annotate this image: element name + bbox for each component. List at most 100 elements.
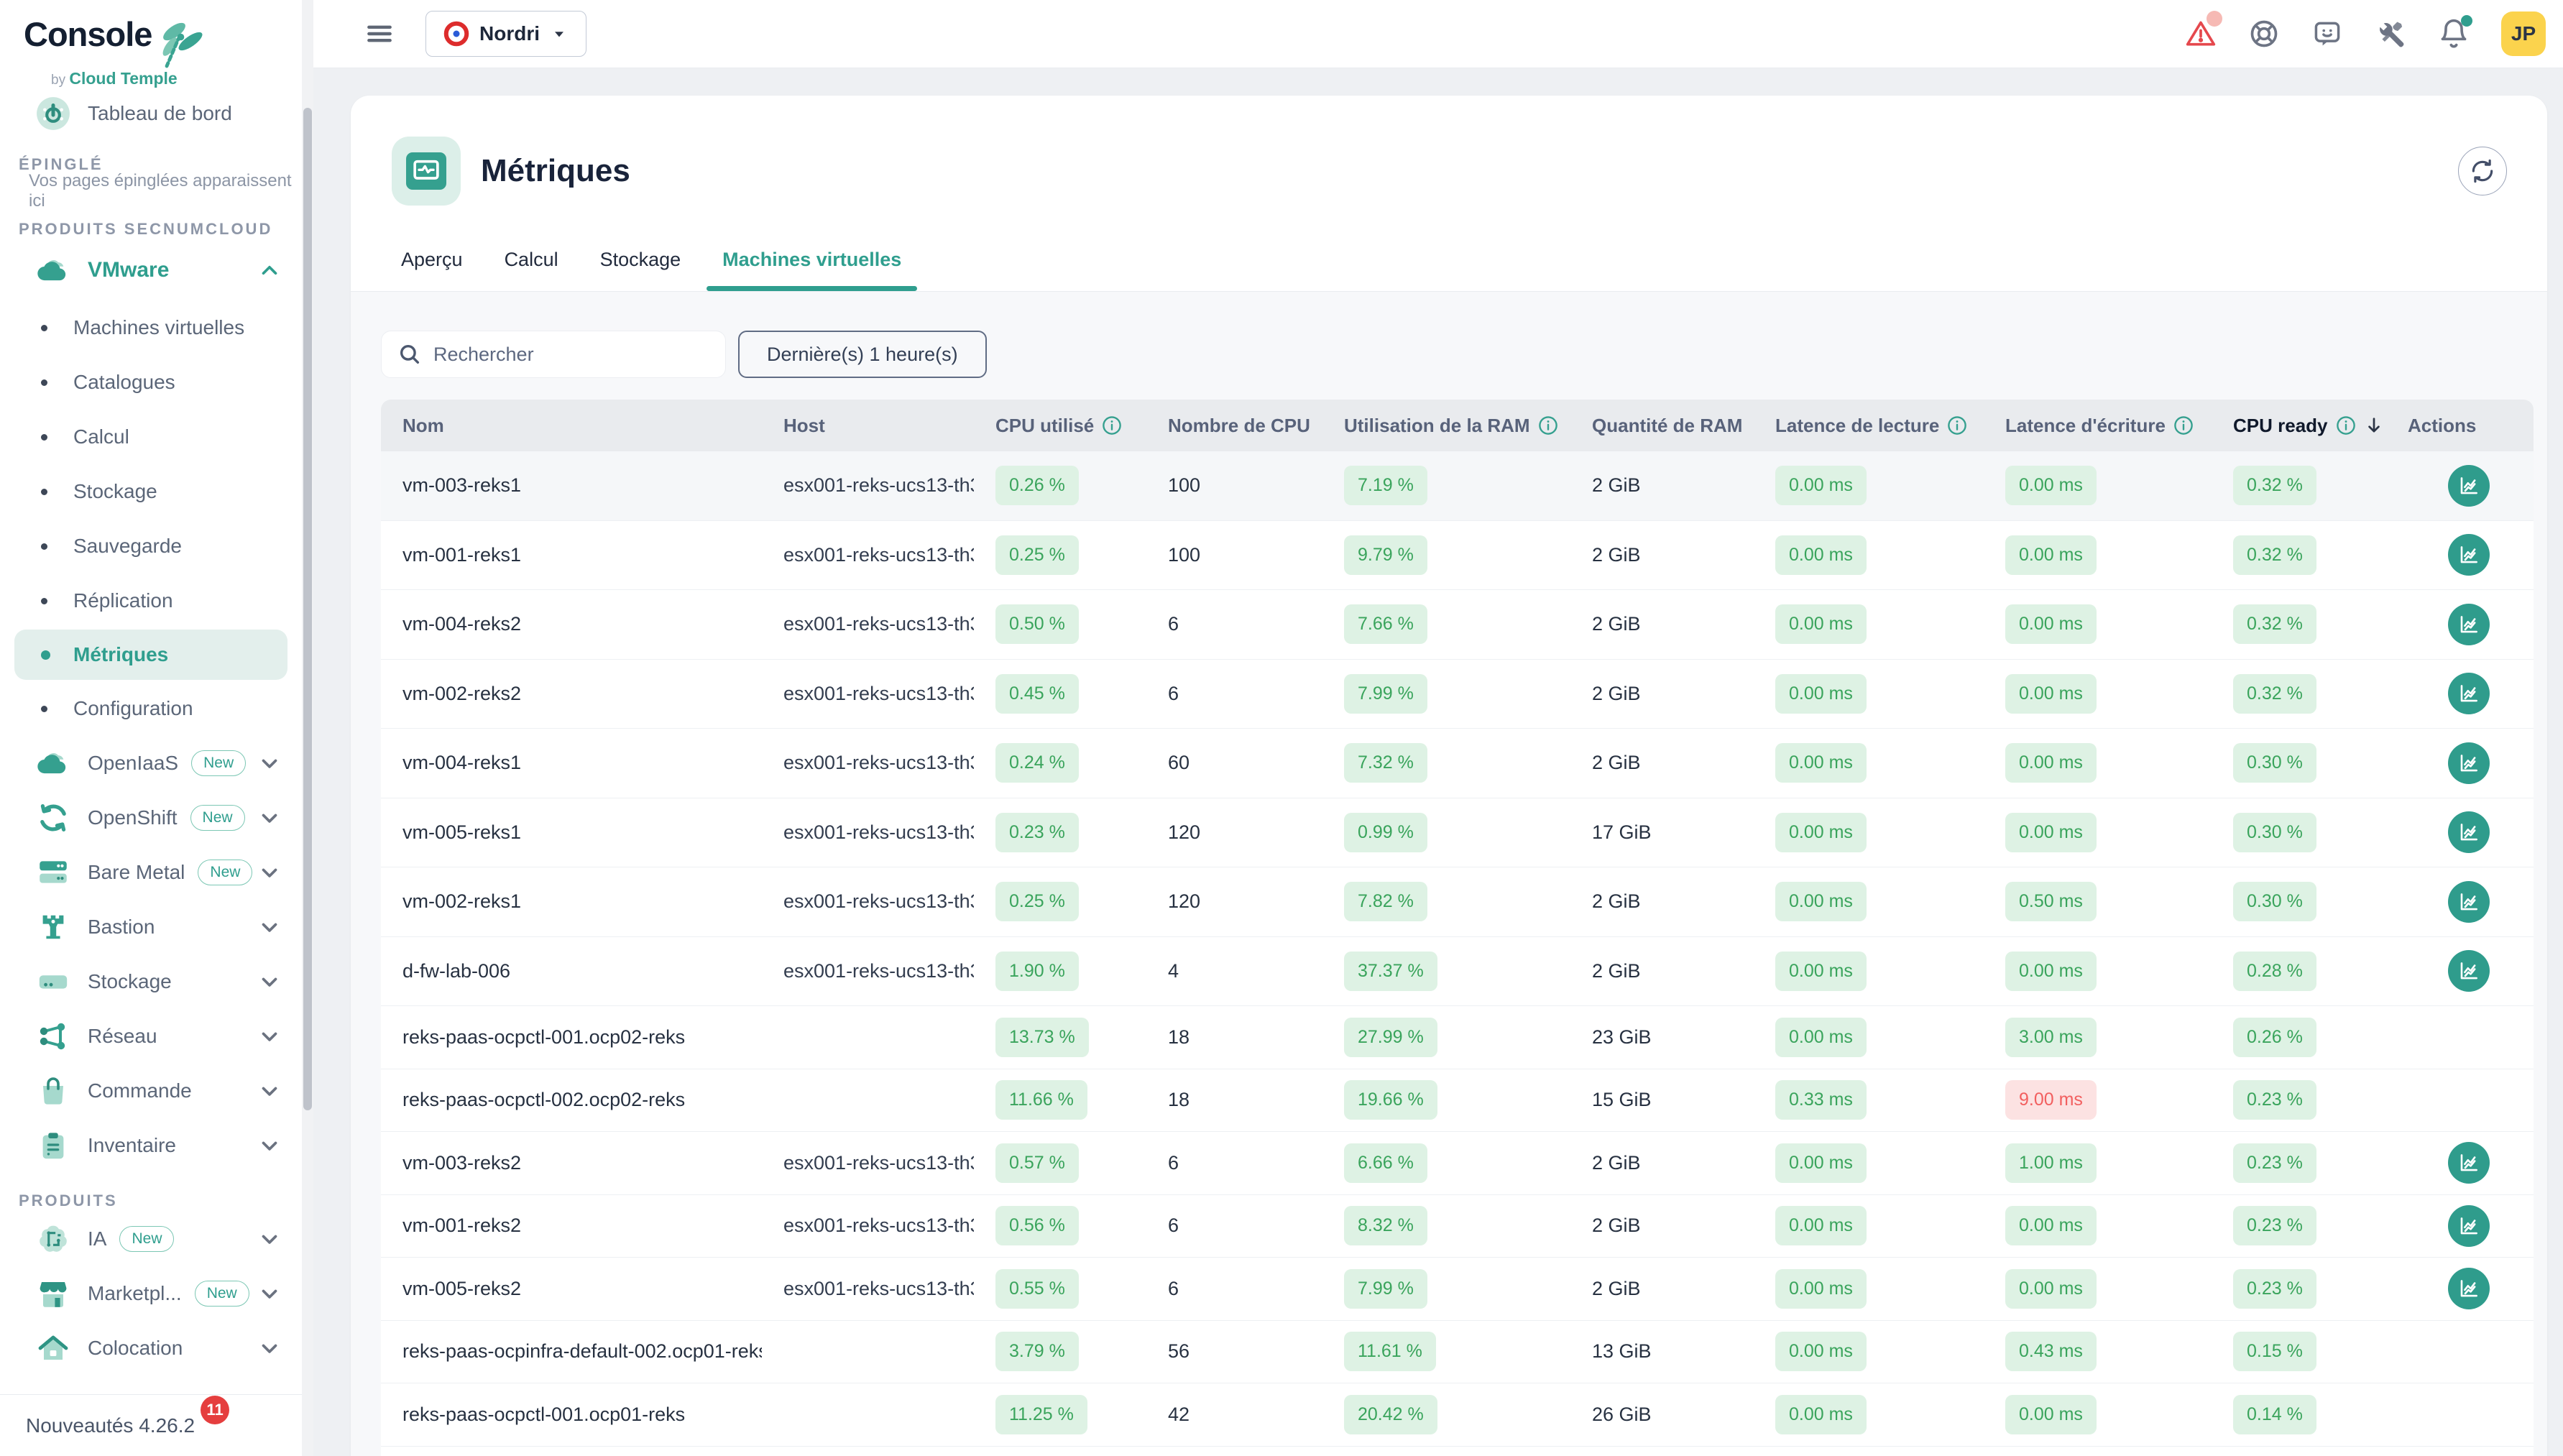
table-row[interactable]: vm-004-reks1esx001-reks-ucs13-th3s0.24 %…: [381, 729, 2534, 798]
menu-icon[interactable]: [364, 18, 395, 50]
view-metrics-button[interactable]: [2448, 1205, 2490, 1247]
tab-machines-virtuelles[interactable]: Machines virtuelles: [707, 229, 917, 291]
sidebar-scrollbar-thumb[interactable]: [303, 108, 312, 1110]
cell-cpu-count: 4: [1146, 960, 1322, 982]
sidebar-item-bastion[interactable]: Bastion: [0, 900, 302, 954]
table-row[interactable]: reks-paas-ocpctl-001.ocp02-reks13.73 %18…: [381, 1006, 2534, 1069]
tools-icon[interactable]: [2375, 18, 2406, 50]
tab-stockage[interactable]: Stockage: [584, 229, 697, 291]
view-metrics-button[interactable]: [2448, 673, 2490, 714]
view-metrics-button[interactable]: [2448, 742, 2490, 784]
metric-badge: 0.00 ms: [1775, 1332, 1867, 1371]
support-lifebuoy-icon[interactable]: [2248, 18, 2280, 50]
drive-icon: [34, 963, 72, 1000]
table-row[interactable]: reks-paas-ocpinfra-default-002.ocp01-rek…: [381, 1321, 2534, 1384]
tenant-selector[interactable]: Nordri: [425, 11, 586, 57]
sidebar-item-openiaas[interactable]: OpenIaaSNew: [0, 736, 302, 791]
column-header-latence-de-lecture[interactable]: Latence de lecture: [1754, 415, 1984, 437]
cell-cpu-used: 0.26 %: [974, 466, 1146, 505]
whats-new-link[interactable]: Nouveautés 4.26.2 11: [26, 1414, 195, 1437]
sidebar-item-dashboard[interactable]: Tableau de bord: [0, 86, 302, 141]
sidebar-item-bare-metal[interactable]: Bare MetalNew: [0, 845, 302, 900]
column-header-cpu-utilis-[interactable]: CPU utilisé: [974, 415, 1146, 437]
vmware-submenu: Machines virtuellesCataloguesCalculStock…: [0, 300, 302, 736]
sidebar-item-stockage[interactable]: Stockage: [0, 954, 302, 1009]
sidebar-item-r-seau[interactable]: Réseau: [0, 1009, 302, 1064]
sidebar-item-stockage[interactable]: Stockage: [0, 464, 302, 519]
tab-aper-u[interactable]: Aperçu: [385, 229, 479, 291]
table-row[interactable]: vm-002-reks1esx001-reks-ucs13-th3s0.25 %…: [381, 867, 2534, 937]
column-header-utilisation-de-la-ram[interactable]: Utilisation de la RAM: [1322, 415, 1570, 437]
view-metrics-button[interactable]: [2448, 465, 2490, 507]
column-header-host[interactable]: Host: [762, 415, 974, 437]
search-input[interactable]: [433, 344, 709, 366]
sidebar-item-vmware[interactable]: VMware: [0, 240, 302, 300]
sidebar-item-catalogues[interactable]: Catalogues: [0, 355, 302, 410]
sidebar-item-calcul[interactable]: Calcul: [0, 410, 302, 464]
cell-read-latency: 0.00 ms: [1754, 813, 1984, 852]
metric-badge: 7.32 %: [1344, 743, 1427, 783]
feedback-chat-icon[interactable]: [2311, 18, 2343, 50]
column-header-quantit-de-ram[interactable]: Quantité de RAM: [1570, 415, 1754, 437]
sidebar-item-configuration[interactable]: Configuration: [0, 681, 302, 736]
sidebar-item-r-plication[interactable]: Réplication: [0, 573, 302, 628]
metric-badge: 11.66 %: [995, 1080, 1087, 1120]
tab-calcul[interactable]: Calcul: [489, 229, 574, 291]
metric-badge: 0.23 %: [2233, 1206, 2316, 1245]
view-metrics-button[interactable]: [2448, 1268, 2490, 1309]
sidebar-item-colocation[interactable]: Colocation: [0, 1321, 302, 1376]
cell-actions: [2386, 881, 2534, 923]
metric-badge: 0.00 ms: [2005, 1269, 2097, 1309]
cell-write-latency: 0.00 ms: [1984, 604, 2212, 644]
cell-cpu-count: 100: [1146, 474, 1322, 497]
table-row[interactable]: reks-paas-ocpctl-002.ocp02-reks11.66 %18…: [381, 1069, 2534, 1133]
table-row[interactable]: vm-005-reks1esx001-reks-ucs13-th3s0.23 %…: [381, 798, 2534, 868]
view-metrics-button[interactable]: [2448, 1142, 2490, 1184]
table-row[interactable]: vm-003-reks1esx001-reks-ucs13-th3s0.26 %…: [381, 451, 2534, 521]
view-metrics-button[interactable]: [2448, 534, 2490, 576]
sidebar-item-ia[interactable]: IANew: [0, 1212, 302, 1266]
view-metrics-button[interactable]: [2448, 881, 2490, 923]
refresh-button[interactable]: [2458, 147, 2507, 195]
sidebar-item-m-triques[interactable]: Métriques: [14, 630, 287, 680]
table-row[interactable]: vm-006-reks1esx001-reks-ucs13-th3s0.50 %…: [381, 1447, 2534, 1456]
view-metrics-button[interactable]: [2448, 604, 2490, 645]
user-avatar[interactable]: JP: [2501, 11, 2546, 56]
table-row[interactable]: vm-004-reks2esx001-reks-ucs13-th3s0.50 %…: [381, 590, 2534, 660]
cell-read-latency: 0.00 ms: [1754, 1018, 1984, 1057]
table-row[interactable]: vm-005-reks2esx001-reks-ucs13-th3s0.55 %…: [381, 1258, 2534, 1321]
notifications-bell-icon[interactable]: [2438, 18, 2470, 50]
view-metrics-button[interactable]: [2448, 811, 2490, 853]
column-header-nom[interactable]: Nom: [381, 415, 762, 437]
sidebar-item-machines-virtuelles[interactable]: Machines virtuelles: [0, 300, 302, 355]
cell-cpu-ready: 0.32 %: [2212, 466, 2386, 505]
sidebar-item-marketpl-[interactable]: Marketpl...New: [0, 1266, 302, 1321]
table-row[interactable]: vm-002-reks2esx001-reks-ucs13-th3s0.45 %…: [381, 660, 2534, 729]
metric-badge: 0.00 ms: [2005, 743, 2097, 783]
table-row[interactable]: vm-001-reks1esx001-reks-ucs13-th3s0.25 %…: [381, 521, 2534, 591]
cell-actions: [2386, 1142, 2534, 1184]
sidebar-item-openshift[interactable]: OpenShiftNew: [0, 791, 302, 845]
alert-badge-dot: [2207, 11, 2222, 27]
column-header-cpu-ready[interactable]: CPU ready: [2212, 415, 2386, 437]
metric-badge: 0.57 %: [995, 1143, 1079, 1183]
column-header-actions[interactable]: Actions: [2386, 415, 2534, 437]
cell-cpu-count: 120: [1146, 821, 1322, 844]
table-row[interactable]: vm-001-reks2esx001-reks-ucs13-th3s0.56 %…: [381, 1195, 2534, 1258]
sidebar-item-inventaire[interactable]: Inventaire: [0, 1118, 302, 1173]
column-header-latence-d-criture[interactable]: Latence d'écriture: [1984, 415, 2212, 437]
view-metrics-button[interactable]: [2448, 950, 2490, 992]
table-row[interactable]: d-fw-lab-006esx001-reks-ucs13-th3s1.90 %…: [381, 937, 2534, 1007]
sidebar-item-commande[interactable]: Commande: [0, 1064, 302, 1118]
metric-badge: 0.28 %: [2233, 952, 2316, 991]
time-range-button[interactable]: Dernière(s) 1 heure(s): [738, 331, 987, 378]
sidebar-item-sauvegarde[interactable]: Sauvegarde: [0, 519, 302, 573]
column-header-nombre-de-cpu[interactable]: Nombre de CPU: [1146, 415, 1322, 437]
cell-ram-used: 19.66 %: [1322, 1080, 1570, 1120]
table-row[interactable]: reks-paas-ocpctl-001.ocp01-reks11.25 %42…: [381, 1383, 2534, 1447]
column-label: Nom: [402, 415, 444, 437]
sidebar-scrollbar[interactable]: [302, 0, 313, 1456]
alerts-warning-icon[interactable]: [2185, 18, 2217, 50]
metric-badge: 0.00 ms: [1775, 604, 1867, 644]
table-row[interactable]: vm-003-reks2esx001-reks-ucs13-th3s0.57 %…: [381, 1132, 2534, 1195]
